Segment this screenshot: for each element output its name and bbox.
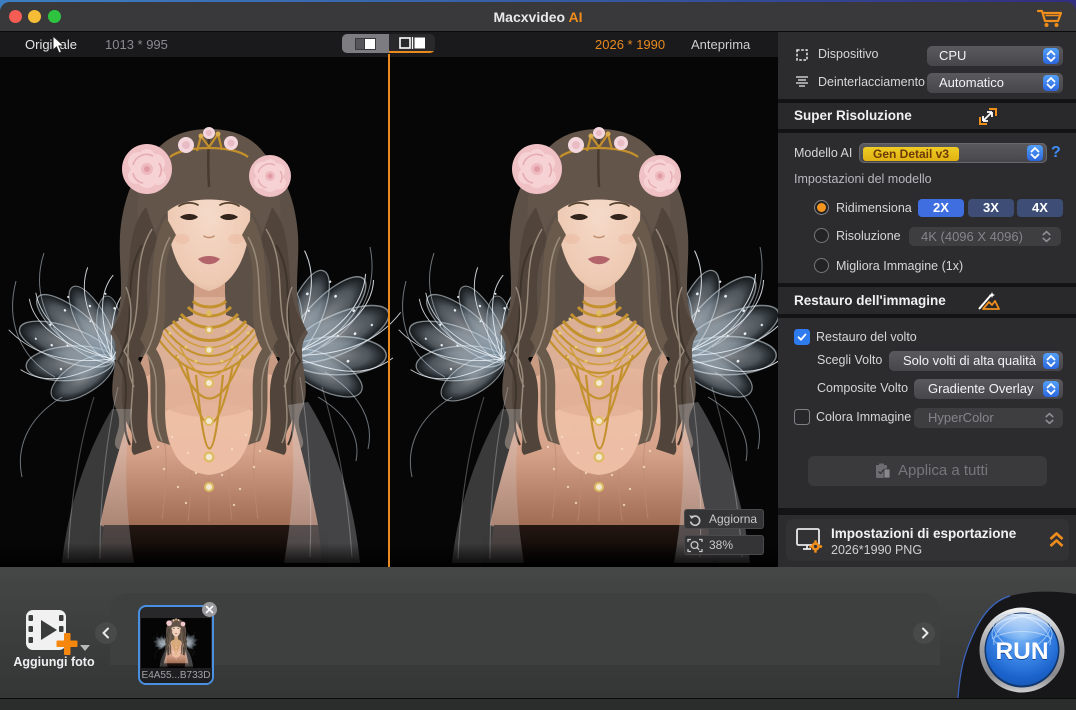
svg-text:RUN: RUN: [995, 638, 1048, 665]
